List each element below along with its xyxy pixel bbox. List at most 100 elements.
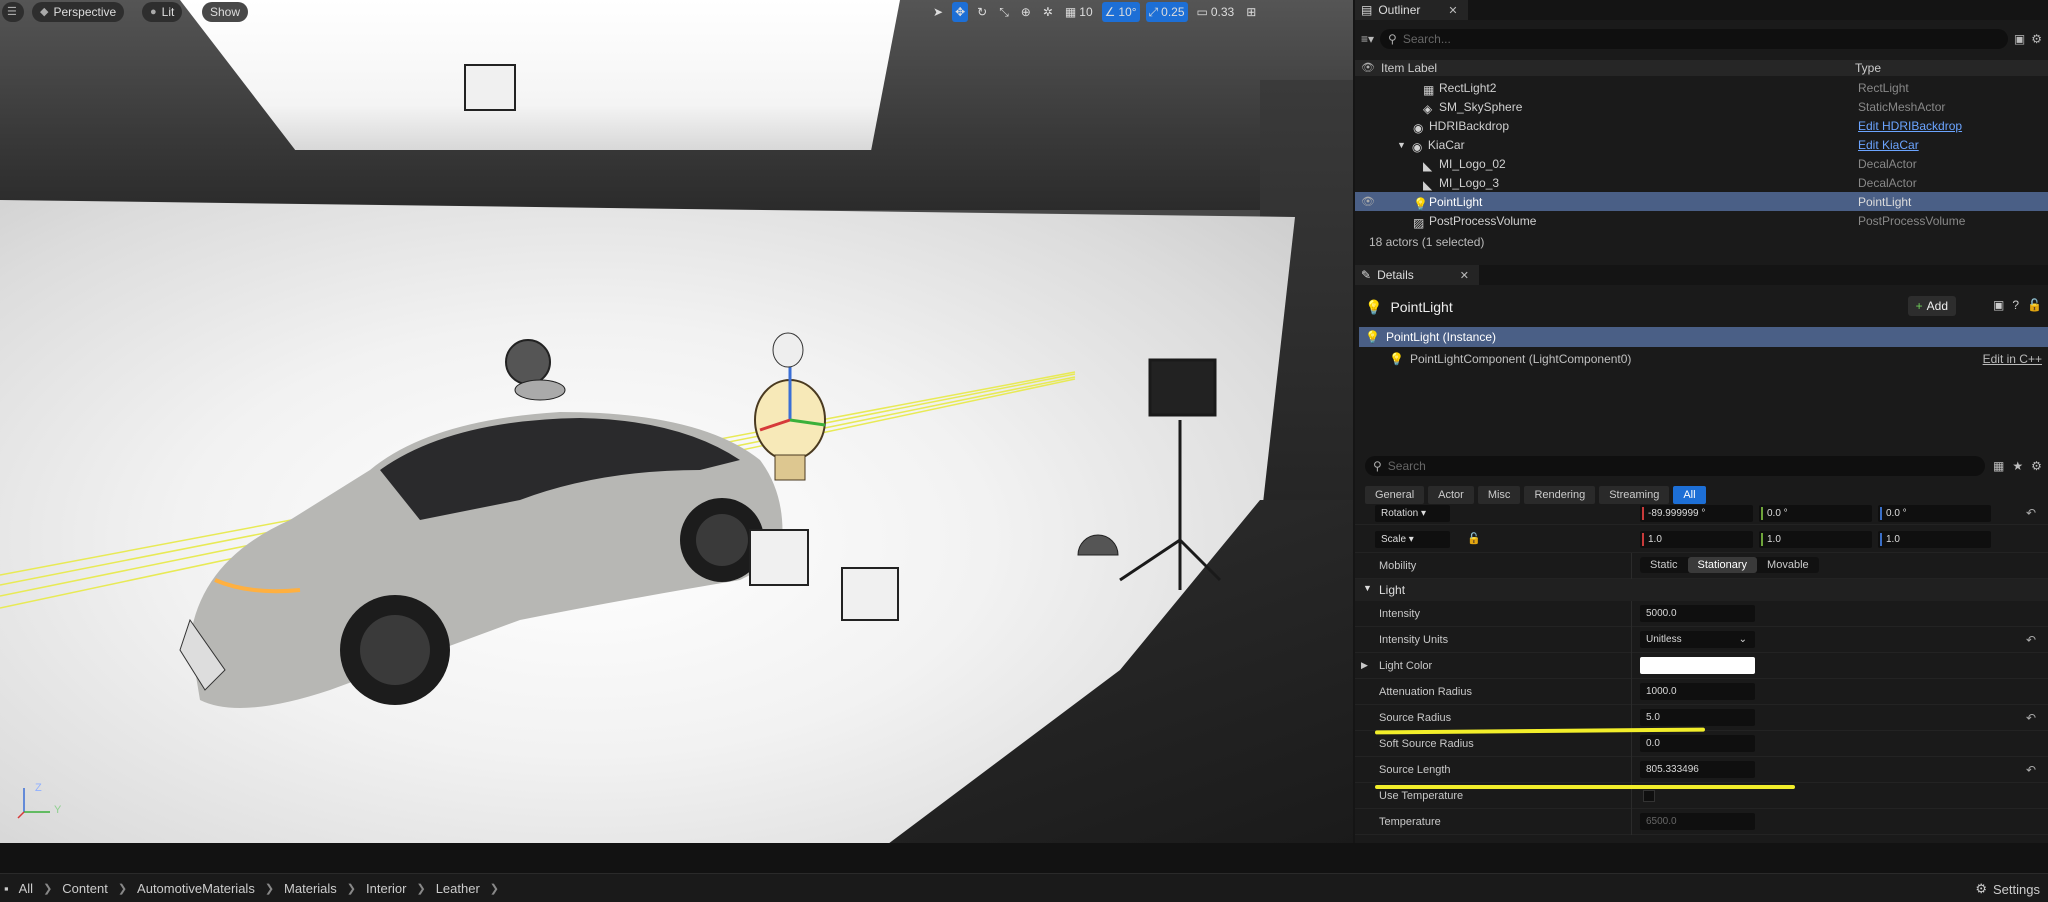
instance-label: PointLight (Instance) [1385,330,1497,344]
add-component-button[interactable]: + Add [1907,296,1956,316]
close-icon[interactable]: ✕ [1448,4,1457,17]
intensity-units-select[interactable]: Unitless ⌄ [1640,631,1755,648]
filter-misc[interactable]: Misc [1477,486,1521,504]
reset-arrow-icon[interactable]: ↶ [2026,633,2036,647]
lock-icon[interactable]: 🔓 [1467,532,1481,545]
rotation-x-field[interactable]: -89.999999 ° [1640,505,1753,522]
scale-tool-button[interactable]: ⤡ [996,2,1012,22]
rotation-z-field[interactable]: 0.0 ° [1878,505,1991,522]
outliner-row[interactable]: ◣ MI_Logo_02 DecalActor [1355,154,2048,173]
light-section-header[interactable]: ▼ Light [1355,579,2048,601]
settings-gear-icon[interactable]: ⚙ [2031,32,2042,46]
attenuation-field[interactable]: 1000.0 [1640,683,1755,700]
camera-speed-button[interactable]: ▭ 0.33 [1194,2,1238,22]
world-local-button[interactable]: ⊕ [1018,2,1034,22]
edit-cpp-link[interactable]: Edit in C++ [1983,352,2042,366]
settings-gear-icon[interactable]: ⚙ [2031,459,2042,473]
use-temp-checkbox[interactable] [1643,790,1655,802]
grid-snap-button[interactable]: ▦ 10 [1062,2,1096,22]
details-search-input[interactable]: ⚲ Search [1365,456,1985,476]
visibility-eye-icon[interactable]: 👁 [1361,195,1375,208]
rotation-y-field[interactable]: 0.0 ° [1759,505,1872,522]
crumb-materials[interactable]: Materials [284,881,337,896]
scale-z-field[interactable]: 1.0 [1878,531,1991,548]
col-type[interactable]: Type [1855,61,1881,75]
help-icon[interactable]: ? [2012,298,2019,312]
mobility-static[interactable]: Static [1640,557,1688,573]
select-tool-button[interactable]: ➤ [930,2,946,22]
rotate-tool-button[interactable]: ↻ [974,2,990,22]
decal-icon: ◣ [1423,177,1433,192]
outliner-row[interactable]: ▦ RectLight2 RectLight [1355,78,2048,97]
settings-button[interactable]: ⚙ Settings [1975,881,2040,897]
crumb-leather[interactable]: Leather [436,881,480,896]
star-icon[interactable]: ★ [2012,459,2023,473]
intensity-field[interactable]: 5000.0 [1640,605,1755,622]
details-search-row: ⚲ Search ▦ ★ ⚙ [1365,456,2048,476]
filter-streaming[interactable]: Streaming [1599,486,1670,504]
outliner-row[interactable]: ◉ HDRIBackdrop Edit HDRIBackdrop [1355,116,2048,135]
scale-snap-button[interactable]: ⤢ 0.25 [1145,2,1188,22]
component-row[interactable]: 💡 PointLightComponent (LightComponent0) … [1359,349,2048,369]
crumb-automotive[interactable]: AutomotiveMaterials [137,881,255,896]
status-strip [0,843,2048,873]
outliner-row[interactable]: ◈ SM_SkySphere StaticMeshActor [1355,97,2048,116]
col-item-label[interactable]: Item Label [1381,61,1437,75]
blueprint-icon[interactable]: ▣ [1993,298,2004,312]
mobility-movable[interactable]: Movable [1757,557,1819,573]
lit-button[interactable]: ● Lit [142,2,183,22]
mobility-stationary[interactable]: Stationary [1687,557,1758,573]
tab-outliner[interactable]: ▤ Outliner ✕ [1355,0,1468,20]
viewport-layout-button[interactable]: ⊞ [1243,2,1259,22]
scale-x-field[interactable]: 1.0 [1640,531,1753,548]
filter-general[interactable]: General [1365,486,1425,504]
crumb-content[interactable]: Content [62,881,108,896]
translate-tool-button[interactable]: ✥ [952,2,969,22]
outliner-row-selected[interactable]: 👁 💡 PointLight PointLight [1355,192,2048,211]
source-radius-field[interactable]: 5.0 [1640,709,1755,726]
source-length-field[interactable]: 805.333496 [1640,761,1755,778]
column-divider [1631,653,1632,679]
outliner-row[interactable]: ▨ PostProcessVolume PostProcessVolume [1355,211,2048,230]
reset-arrow-icon[interactable]: ↶ [2026,763,2036,777]
viewport-menu-button[interactable]: ☰ [2,2,24,22]
outliner-row[interactable]: ◣ MI_Logo_3 DecalActor [1355,173,2048,192]
scale-dropdown[interactable]: Scale ▾ [1375,531,1450,548]
expand-chevron-icon[interactable]: ▼ [1397,140,1406,150]
chevron-right-icon[interactable]: ▶ [1361,660,1368,671]
soft-source-label: Soft Source Radius [1379,738,1474,750]
reset-arrow-icon[interactable]: ↶ [2026,711,2036,725]
add-folder-icon[interactable]: ▣ [2014,32,2025,46]
table-view-icon[interactable]: ▦ [1993,459,2004,473]
filter-icon[interactable]: ≡▾ [1361,32,1374,46]
soft-source-field[interactable]: 0.0 [1640,735,1755,752]
angle-snap-button[interactable]: ∠ 10° [1101,2,1140,22]
close-icon[interactable]: ✕ [1460,269,1469,282]
show-button[interactable]: Show [202,2,249,22]
filter-actor[interactable]: Actor [1428,486,1474,504]
reset-arrow-icon[interactable]: ↶ [2026,506,2036,520]
surface-snap-button[interactable]: ✲ [1040,2,1056,22]
move-icon: ✥ [955,5,966,19]
temperature-field[interactable]: 6500.0 [1640,813,1755,830]
tab-details[interactable]: ✎ Details ✕ [1355,265,1479,285]
crumb-all[interactable]: All [19,881,33,896]
filter-rendering[interactable]: Rendering [1524,486,1596,504]
rotation-dropdown[interactable]: Rotation ▾ [1375,505,1450,522]
level-viewport[interactable]: ☰ ◆ Perspective ● Lit Show ➤ ✥ ↻ ⤡ ⊕ ✲ ▦… [0,0,1353,843]
filter-all[interactable]: All [1673,486,1706,504]
row-type-link[interactable]: Edit KiaCar [1858,138,1919,152]
details-search-placeholder: Search [1387,459,1426,473]
lock-icon[interactable]: 🔓 [2027,298,2042,312]
angle-icon: ∠ [1104,5,1116,19]
chevron-right-icon: ❯ [43,883,53,895]
outliner-row[interactable]: ▼ ◉ KiaCar Edit KiaCar [1355,135,2048,154]
instance-row[interactable]: 💡 PointLight (Instance) [1359,327,2048,347]
row-type-link[interactable]: Edit HDRIBackdrop [1858,119,1962,133]
light-color-swatch[interactable] [1640,657,1755,674]
crumb-interior[interactable]: Interior [366,881,406,896]
outliner-search-input[interactable]: ⚲ Search... [1380,29,2008,49]
perspective-button[interactable]: ◆ Perspective [32,2,125,22]
scale-y-field[interactable]: 1.0 [1759,531,1872,548]
settings-label: Settings [1993,881,2040,897]
